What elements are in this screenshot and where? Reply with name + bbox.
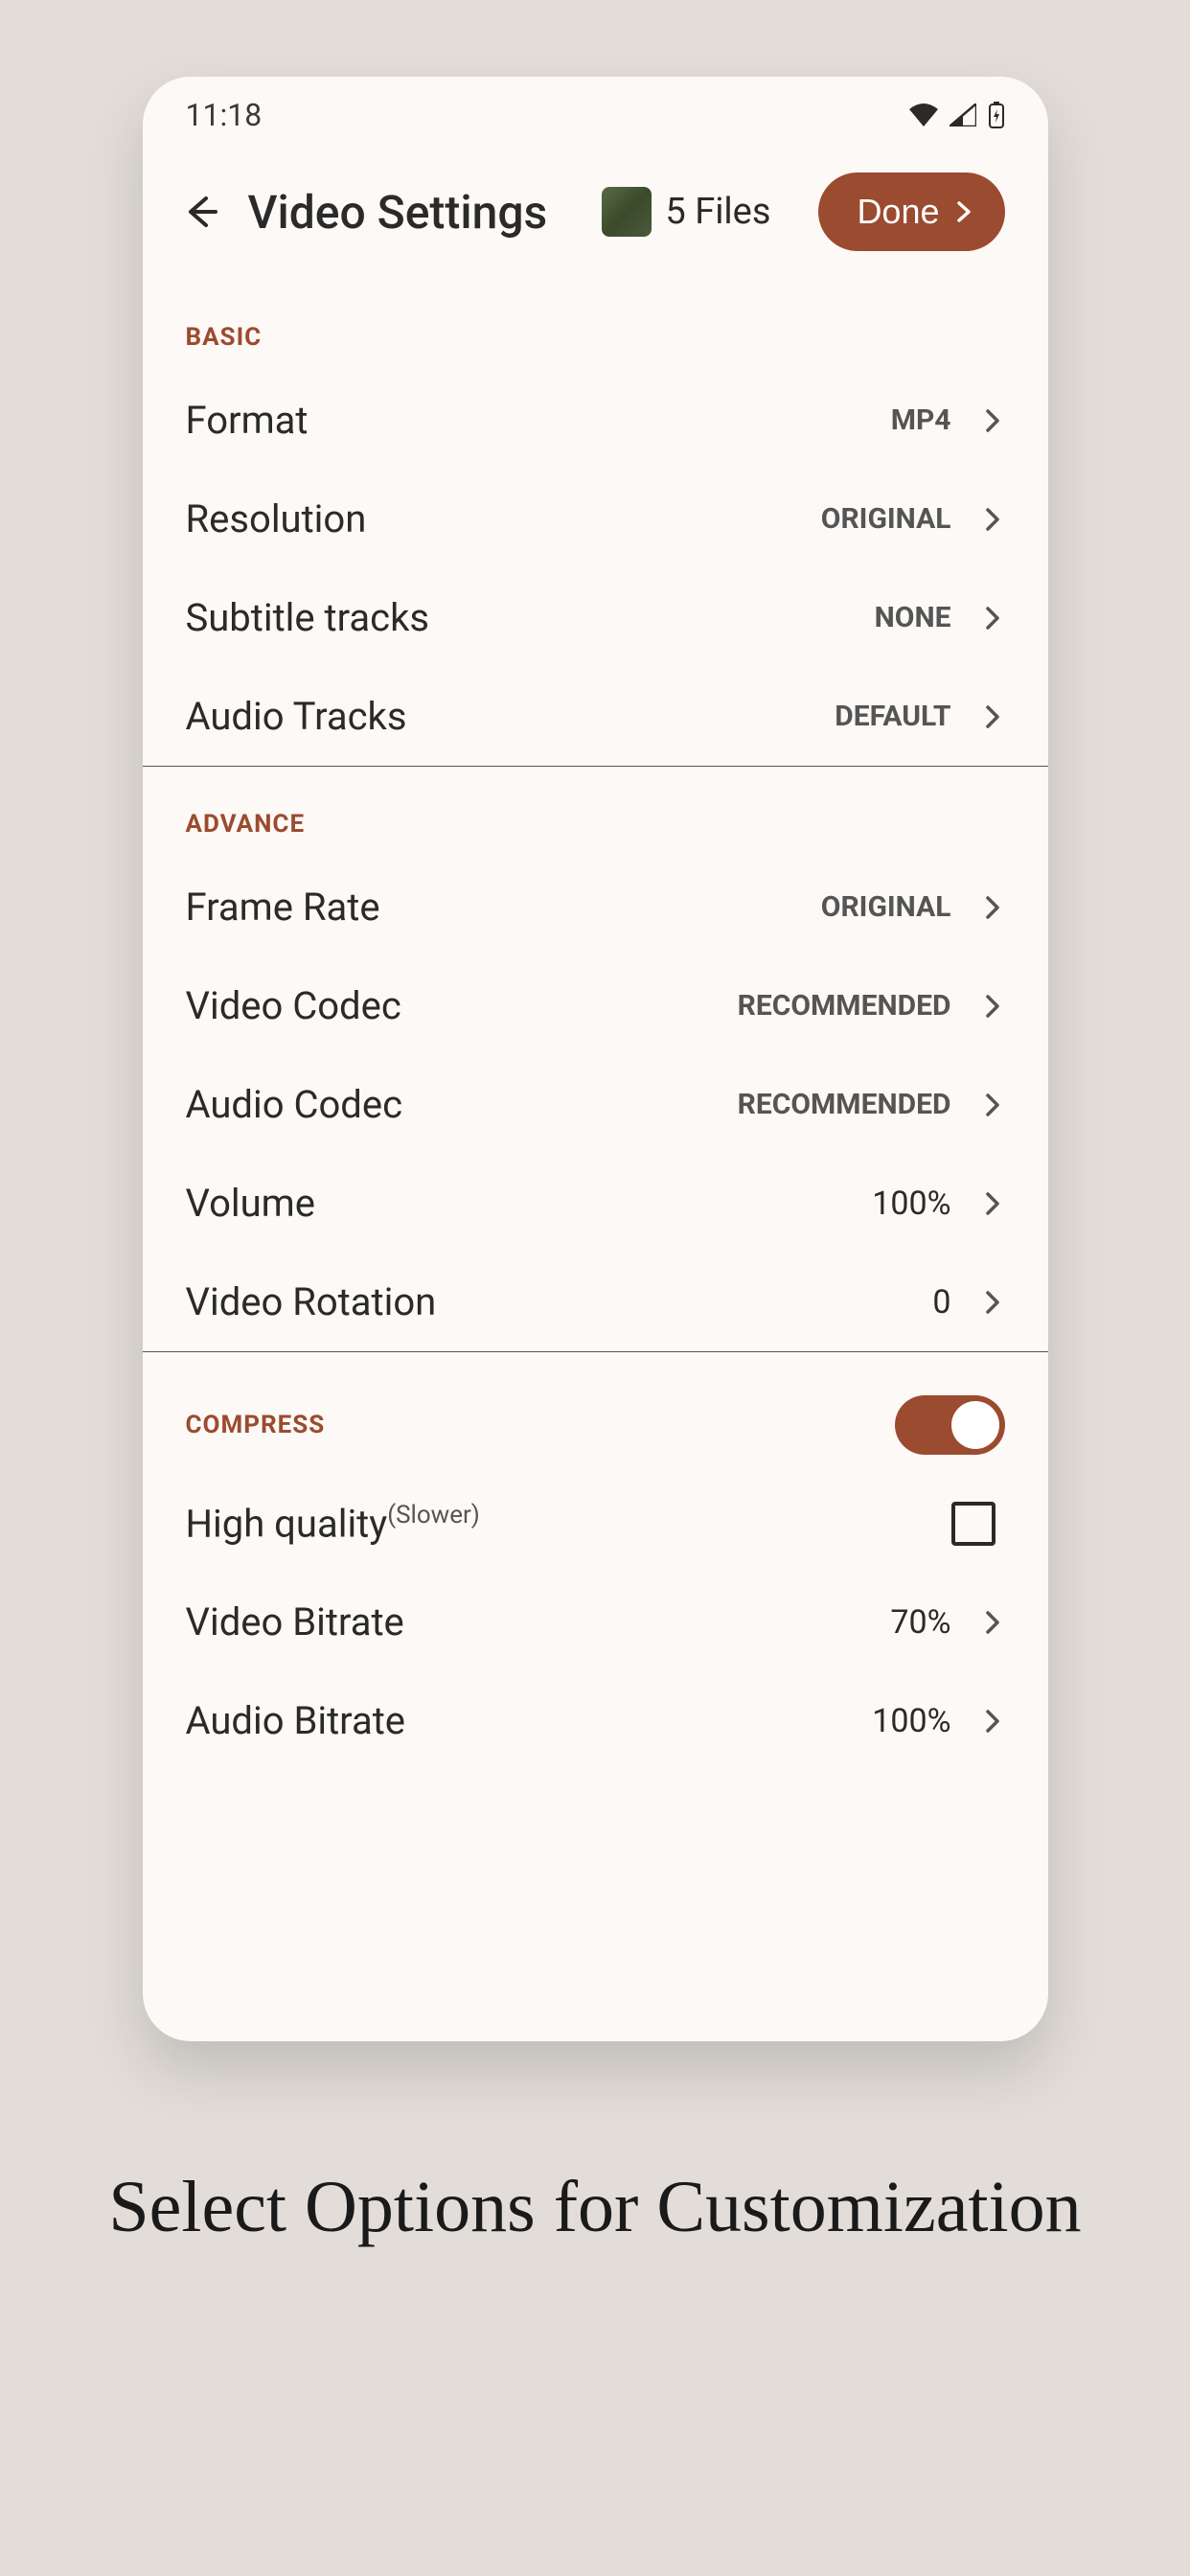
- row-video-bitrate-label: Video Bitrate: [186, 1599, 404, 1644]
- section-advance-header: ADVANCE: [143, 767, 1048, 858]
- row-format[interactable]: Format MP4: [143, 371, 1048, 470]
- row-subtitle[interactable]: Subtitle tracks NONE: [143, 568, 1048, 667]
- row-resolution[interactable]: Resolution ORIGINAL: [143, 470, 1048, 568]
- file-thumbnail: [602, 187, 652, 237]
- row-frame-rate-value: ORIGINAL: [821, 890, 951, 924]
- done-button[interactable]: Done: [818, 172, 1004, 251]
- row-subtitle-label: Subtitle tracks: [186, 595, 430, 640]
- high-quality-checkbox[interactable]: [951, 1502, 995, 1546]
- battery-icon: [988, 102, 1005, 128]
- chevron-right-icon: [980, 1290, 1005, 1315]
- header: Video Settings 5 Files Done: [143, 144, 1048, 280]
- row-rotation[interactable]: Video Rotation 0: [143, 1253, 1048, 1351]
- phone-frame: 11:18 Video Settings 5 Files Done: [143, 77, 1048, 2041]
- compress-toggle[interactable]: [895, 1395, 1005, 1455]
- wifi-icon: [909, 104, 938, 126]
- row-video-bitrate[interactable]: Video Bitrate 70%: [143, 1573, 1048, 1671]
- row-audio-bitrate[interactable]: Audio Bitrate 100%: [143, 1671, 1048, 1770]
- row-frame-rate-label: Frame Rate: [186, 885, 380, 930]
- back-button[interactable]: [181, 193, 219, 231]
- page-title: Video Settings: [248, 185, 574, 240]
- row-rotation-value: 0: [932, 1283, 950, 1322]
- files-indicator[interactable]: 5 Files: [602, 187, 770, 237]
- chevron-right-icon: [980, 606, 1005, 631]
- row-audio-codec-value: RECOMMENDED: [738, 1088, 951, 1121]
- row-high-quality-label: High quality(Slower): [186, 1501, 480, 1546]
- row-audio-codec-label: Audio Codec: [186, 1082, 403, 1127]
- row-audio-bitrate-label: Audio Bitrate: [186, 1698, 406, 1743]
- chevron-right-icon: [980, 1709, 1005, 1734]
- row-video-bitrate-value: 70%: [890, 1603, 950, 1642]
- section-compress-header: COMPRESS: [143, 1352, 1048, 1474]
- row-resolution-value: ORIGINAL: [821, 502, 951, 536]
- row-audio-bitrate-value: 100%: [872, 1702, 950, 1740]
- row-video-codec[interactable]: Video Codec RECOMMENDED: [143, 956, 1048, 1055]
- section-basic: BASIC Format MP4 Resolution ORIGINAL Sub…: [143, 280, 1048, 767]
- row-audio-tracks-label: Audio Tracks: [186, 694, 407, 739]
- status-time: 11:18: [186, 97, 263, 133]
- chevron-right-icon: [980, 895, 1005, 920]
- chevron-right-icon: [980, 1610, 1005, 1635]
- row-volume[interactable]: Volume 100%: [143, 1154, 1048, 1253]
- row-volume-value: 100%: [872, 1184, 950, 1223]
- row-video-codec-value: RECOMMENDED: [738, 989, 951, 1023]
- section-compress-label: COMPRESS: [186, 1411, 326, 1439]
- files-count: 5 Files: [665, 191, 770, 233]
- row-subtitle-value: NONE: [875, 601, 951, 634]
- done-label: Done: [857, 192, 939, 232]
- row-resolution-label: Resolution: [186, 496, 367, 541]
- chevron-right-icon: [980, 408, 1005, 433]
- row-format-value: MP4: [891, 403, 951, 437]
- chevron-right-icon: [953, 201, 974, 222]
- chevron-right-icon: [980, 994, 1005, 1019]
- promo-caption: Select Options for Customization: [108, 2166, 1081, 2249]
- row-format-label: Format: [186, 398, 309, 443]
- row-audio-tracks[interactable]: Audio Tracks DEFAULT: [143, 667, 1048, 766]
- status-icons: [909, 102, 1005, 128]
- row-volume-label: Volume: [186, 1181, 315, 1226]
- row-audio-tracks-value: DEFAULT: [835, 700, 950, 733]
- row-audio-codec[interactable]: Audio Codec RECOMMENDED: [143, 1055, 1048, 1154]
- chevron-right-icon: [980, 1191, 1005, 1216]
- row-frame-rate[interactable]: Frame Rate ORIGINAL: [143, 858, 1048, 956]
- section-basic-header: BASIC: [143, 280, 1048, 371]
- row-high-quality[interactable]: High quality(Slower): [143, 1474, 1048, 1573]
- section-advance: ADVANCE Frame Rate ORIGINAL Video Codec …: [143, 767, 1048, 1352]
- row-video-codec-label: Video Codec: [186, 983, 401, 1028]
- chevron-right-icon: [980, 507, 1005, 532]
- chevron-right-icon: [980, 1092, 1005, 1117]
- status-bar: 11:18: [143, 86, 1048, 144]
- chevron-right-icon: [980, 704, 1005, 729]
- signal-icon: [950, 104, 976, 126]
- row-rotation-label: Video Rotation: [186, 1279, 437, 1324]
- section-compress: COMPRESS High quality(Slower) Video Bitr…: [143, 1352, 1048, 1770]
